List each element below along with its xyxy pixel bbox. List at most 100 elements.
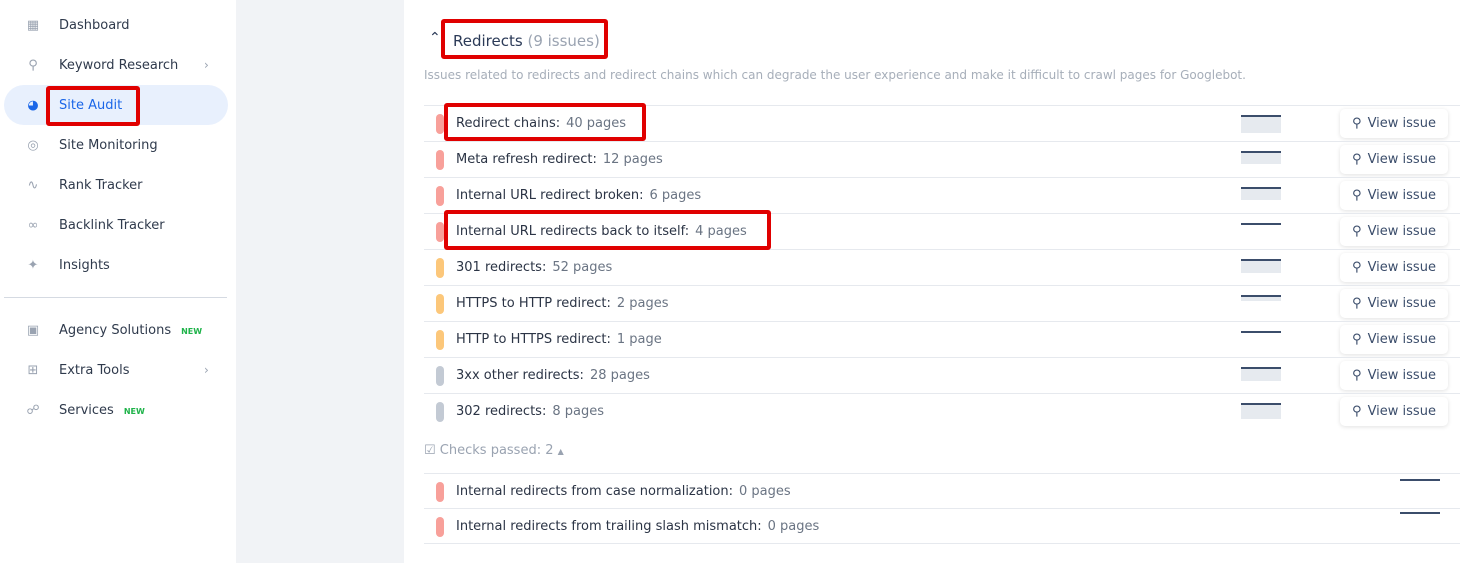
severity-indicator	[436, 186, 444, 206]
issue-name: HTTPS to HTTP redirect:	[456, 296, 611, 311]
issue-label[interactable]: 3xx other redirects: 28 pages	[456, 368, 650, 383]
checks-passed-toggle[interactable]: ☑ Checks passed: 2 ▲	[424, 443, 564, 458]
sidebar-item-label: Keyword Research	[59, 58, 178, 73]
trend-sparkline	[1241, 223, 1281, 241]
view-issue-button[interactable]: ⚲ View issue	[1340, 397, 1448, 426]
sidebar-item-agency-solutions[interactable]: ▣ Agency Solutions NEW	[4, 310, 228, 350]
highlight-box	[444, 103, 646, 141]
sidebar-item-extra-tools[interactable]: ⊞ Extra Tools ›	[4, 350, 228, 390]
issue-label[interactable]: 301 redirects: 52 pages	[456, 260, 612, 275]
highlight-box	[441, 19, 608, 59]
check-label: Internal redirects from trailing slash m…	[456, 519, 819, 534]
label-text: Agency Solutions	[59, 322, 172, 338]
label-text: Site Monitoring	[59, 137, 158, 153]
search-icon: ⚲	[1352, 296, 1362, 311]
severity-indicator	[436, 294, 444, 314]
gauge-icon: ◕	[27, 97, 39, 113]
issue-row: Meta refresh redirect: 12 pages ⚲ View iss…	[424, 141, 1460, 177]
search-icon: ⚲	[1352, 368, 1362, 383]
highlight-box	[444, 210, 771, 250]
keyword-research-icon: ⚲	[28, 57, 38, 73]
issue-pages: 12 pages	[602, 152, 663, 167]
grid-plus-icon: ⊞	[27, 362, 39, 378]
issue-row: HTTPS to HTTP redirect: 2 pages ⚲ View iss…	[424, 285, 1460, 321]
sidebar-item-site-monitoring[interactable]: ◎ Site Monitoring	[4, 125, 228, 165]
issue-row: HTTP to HTTPS redirect: 1 page ⚲ View issu…	[424, 321, 1460, 357]
label-text: Keyword Research	[59, 57, 179, 73]
check-label: Internal redirects from case normalizati…	[456, 484, 791, 499]
issue-pages: 6 pages	[649, 188, 702, 203]
trend-sparkline	[1241, 259, 1281, 277]
issue-row: Internal URL redirect broken: 6 pages ⚲ Vi…	[424, 177, 1460, 213]
section-description: Issues related to redirects and redirect…	[424, 68, 1246, 82]
view-issue-button[interactable]: ⚲ View issue	[1340, 361, 1448, 390]
view-issue-button[interactable]: ⚲ View issue	[1340, 181, 1448, 210]
check-circle-icon: ☑	[424, 443, 436, 458]
sidebar-item-services[interactable]: ☍ Services NEW	[4, 390, 228, 430]
sparkline-fill	[1241, 259, 1281, 273]
check-pages: 0 pages	[767, 519, 820, 534]
sidebar-item-keyword-research[interactable]: ⚲ Keyword Research ›	[4, 45, 228, 85]
sidebar-item-insights[interactable]: ✦ Insights	[4, 245, 228, 285]
severity-indicator	[436, 402, 444, 422]
passed-check-row: Internal redirects from case normalizati…	[424, 473, 1460, 509]
label-text: Services	[59, 402, 114, 418]
severity-indicator	[436, 482, 444, 502]
briefcase-icon: ▣	[26, 322, 40, 338]
sidebar-item-rank-tracker[interactable]: ∿ Rank Tracker	[4, 165, 228, 205]
sidebar-item-label: Site Monitoring	[59, 138, 158, 153]
sidebar-item-label: Insights	[59, 258, 110, 273]
view-issue-button[interactable]: ⚲ View issue	[1340, 145, 1448, 174]
sparkline-line	[1241, 403, 1281, 405]
sparkline-fill	[1241, 403, 1281, 419]
sparkline-line	[1241, 151, 1281, 153]
issue-pages: 1 page	[616, 332, 662, 347]
issue-label[interactable]: Meta refresh redirect: 12 pages	[456, 152, 663, 167]
search-icon: ⚲	[1352, 224, 1362, 239]
caret-up-icon: ▲	[557, 447, 564, 456]
issue-pages: 8 pages	[552, 404, 604, 419]
label-text: Backlink Tracker	[59, 217, 165, 233]
sparkline-line	[1241, 295, 1281, 297]
passed-check-row: Internal redirects from trailing slash m…	[424, 508, 1460, 544]
issue-label[interactable]: HTTP to HTTPS redirect: 1 page	[456, 332, 662, 347]
trend-sparkline	[1241, 151, 1281, 169]
view-issue-button[interactable]: ⚲ View issue	[1340, 325, 1448, 354]
sidebar-item-label: Agency Solutions NEW	[59, 323, 202, 338]
collapse-chevron-icon[interactable]: ⌃	[429, 30, 441, 46]
view-issue-button[interactable]: ⚲ View issue	[1340, 253, 1448, 282]
severity-indicator	[436, 366, 444, 386]
sparkline-fill	[1241, 367, 1281, 381]
severity-indicator	[436, 114, 444, 134]
severity-indicator	[436, 150, 444, 170]
sparkline-line	[1241, 223, 1281, 225]
view-issue-button[interactable]: ⚲ View issue	[1340, 109, 1448, 138]
trend-line-icon: ∿	[27, 177, 39, 193]
issue-label[interactable]: HTTPS to HTTP redirect: 2 pages	[456, 296, 669, 311]
sidebar-item-dashboard[interactable]: ▦ Dashboard	[4, 5, 228, 45]
search-icon: ⚲	[1352, 404, 1362, 419]
content-gutter	[236, 0, 404, 563]
chevron-right-icon: ›	[204, 58, 209, 72]
issue-name: 3xx other redirects:	[456, 368, 584, 383]
sparkline-line	[1241, 259, 1281, 261]
severity-indicator	[436, 330, 444, 350]
radar-icon: ◎	[27, 137, 39, 153]
sparkline-line	[1241, 115, 1281, 117]
issue-row: 302 redirects: 8 pages ⚲ View issue	[424, 393, 1460, 429]
new-badge: NEW	[123, 406, 145, 416]
label-text: Extra Tools	[59, 362, 130, 378]
issue-label[interactable]: Internal URL redirect broken: 6 pages	[456, 188, 701, 203]
sidebar: ▦ Dashboard ⚲ Keyword Research › ◕ Site Audit ◎…	[0, 0, 236, 563]
sidebar-item-label: Extra Tools	[59, 363, 129, 378]
view-issue-button[interactable]: ⚲ View issue	[1340, 289, 1448, 318]
chevron-right-icon: ›	[204, 363, 209, 377]
search-icon: ⚲	[1352, 188, 1362, 203]
sidebar-item-label: Services NEW	[59, 403, 145, 418]
sparkline-line	[1241, 331, 1281, 333]
issue-label[interactable]: 302 redirects: 8 pages	[456, 404, 604, 419]
sidebar-item-backlink-tracker[interactable]: ∞ Backlink Tracker	[4, 205, 228, 245]
sparkline-line	[1241, 187, 1281, 189]
magic-wand-icon: ✦	[27, 257, 39, 273]
view-issue-button[interactable]: ⚲ View issue	[1340, 217, 1448, 246]
